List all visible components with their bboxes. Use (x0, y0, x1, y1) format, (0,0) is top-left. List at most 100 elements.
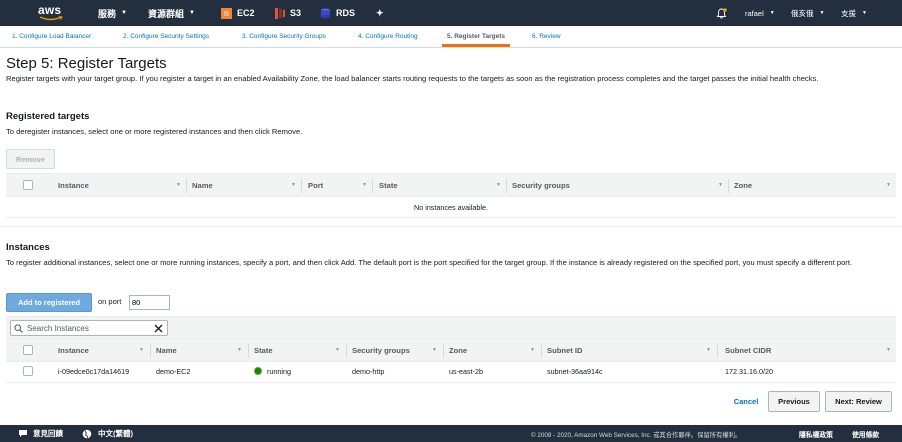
chevron-down-icon: ▼ (121, 10, 127, 16)
port-input[interactable] (129, 295, 170, 310)
column-name[interactable]: Name (192, 181, 213, 190)
language-label: 中文(繁體) (98, 429, 133, 438)
tab-review[interactable]: 6. Review (532, 33, 561, 40)
page-intro: Register targets with your target group.… (6, 74, 819, 83)
copyright-text: © 2008 - 2020, Amazon Web Services, Inc.… (531, 432, 742, 439)
shortcut-rds[interactable]: RDS (320, 0, 355, 26)
instance-security-groups: demo-http (352, 367, 385, 376)
tab-configure-routing[interactable]: 4. Configure Routing (358, 33, 418, 40)
column-state[interactable]: State (254, 346, 273, 355)
instance-id: i-09edce0c17da14619 (58, 367, 130, 376)
instances-description: To register additional instances, select… (6, 258, 853, 267)
sort-caret-icon[interactable]: ▼ (718, 182, 723, 188)
column-subnet-id[interactable]: Subnet ID (547, 346, 582, 355)
registered-targets-heading: Registered targets (6, 111, 90, 122)
instances-table: Instance ▼ Name ▼ State ▼ Security group… (6, 338, 896, 386)
resource-groups-menu[interactable]: 資源群組 ▼ (148, 0, 195, 26)
tab-configure-security-settings[interactable]: 2. Configure Security Settings (123, 33, 209, 40)
tab-register-targets[interactable]: 5. Register Targets (441, 33, 511, 47)
top-navigation-bar: aws 服務 ▼ 資源群組 ▼ EC2 S3 RDS ✦ rafael ▼ 俄亥… (0, 0, 902, 26)
speech-bubble-icon (19, 430, 27, 437)
registered-table-header: Instance ▼ Name ▼ Port ▼ State ▼ Securit… (6, 173, 896, 197)
row-checkbox[interactable] (23, 366, 33, 376)
cancel-button[interactable]: Cancel (728, 392, 764, 411)
resource-groups-label: 資源群組 (148, 8, 185, 19)
column-security-groups[interactable]: Security groups (352, 346, 410, 355)
column-port[interactable]: Port (308, 181, 323, 190)
sort-caret-icon[interactable]: ▼ (335, 347, 340, 353)
column-name[interactable]: Name (156, 346, 177, 355)
column-instance[interactable]: Instance (58, 181, 89, 190)
column-subnet-cidr[interactable]: Subnet CIDR (725, 346, 771, 355)
column-zone[interactable]: Zone (449, 346, 467, 355)
notifications[interactable] (716, 0, 727, 26)
language-selector[interactable]: 中文(繁體) (82, 428, 133, 439)
chevron-down-icon: ▼ (819, 10, 825, 16)
column-instance[interactable]: Instance (58, 346, 89, 355)
instance-state-label: running (267, 367, 291, 376)
empty-table-message: No instances available. (414, 203, 488, 212)
shortcut-ec2[interactable]: EC2 (221, 0, 255, 26)
shortcut-rds-label: RDS (336, 8, 356, 18)
sort-caret-icon[interactable]: ▼ (237, 347, 242, 353)
aws-logo[interactable]: aws (38, 3, 64, 23)
shortcut-s3[interactable]: S3 (274, 0, 301, 26)
chevron-down-icon: ▼ (769, 10, 775, 16)
aws-smile-icon (39, 16, 63, 21)
instances-heading: Instances (6, 242, 50, 253)
next-review-button[interactable]: Next: Review (825, 391, 892, 412)
privacy-policy-link[interactable]: 隱私權政策 (799, 429, 833, 439)
support-menu[interactable]: 支援 ▼ (841, 0, 867, 26)
search-box[interactable] (10, 320, 168, 336)
sort-caret-icon[interactable]: ▼ (706, 347, 711, 353)
sort-caret-icon[interactable]: ▼ (530, 347, 535, 353)
tab-configure-security-groups[interactable]: 3. Configure Security Groups (242, 33, 326, 40)
search-icon (14, 324, 23, 333)
sort-caret-icon[interactable]: ▼ (362, 182, 367, 188)
registered-targets-description: To deregister instances, select one or m… (6, 127, 303, 136)
region-menu[interactable]: 俄亥俄 ▼ (791, 0, 824, 26)
globe-icon (82, 429, 92, 438)
bell-icon (716, 7, 727, 18)
select-all-checkbox[interactable] (23, 345, 33, 355)
column-state[interactable]: State (379, 181, 398, 190)
feedback-label: 意見回饋 (33, 429, 63, 438)
services-menu[interactable]: 服務 ▼ (98, 0, 127, 26)
column-zone[interactable]: Zone (734, 181, 752, 190)
sort-caret-icon[interactable]: ▼ (886, 347, 891, 353)
shortcut-ec2-label: EC2 (237, 8, 255, 18)
pin-shortcut[interactable]: ✦ (376, 0, 384, 26)
aws-logo-text: aws (38, 3, 62, 17)
select-all-checkbox[interactable] (23, 180, 33, 190)
remove-button[interactable]: Remove (6, 149, 55, 169)
page-title: Step 5: Register Targets (6, 55, 167, 72)
port-label: on port (98, 297, 122, 306)
footer: 意見回饋 中文(繁體) © 2008 - 2020, Amazon Web Se… (0, 425, 902, 442)
search-input[interactable] (27, 322, 147, 334)
instance-name: demo-EC2 (156, 367, 191, 376)
sort-caret-icon[interactable]: ▼ (291, 182, 296, 188)
rds-icon (320, 7, 331, 19)
sort-caret-icon[interactable]: ▼ (139, 347, 144, 353)
feedback-link[interactable]: 意見回饋 (18, 428, 63, 439)
shortcut-s3-label: S3 (290, 8, 302, 18)
instance-subnet-cidr: 172.31.16.0/20 (725, 367, 773, 376)
instances-search-bar (6, 316, 896, 340)
sort-caret-icon[interactable]: ▼ (176, 182, 181, 188)
user-menu[interactable]: rafael ▼ (745, 0, 775, 26)
column-security-groups[interactable]: Security groups (512, 181, 570, 190)
previous-button[interactable]: Previous (768, 391, 820, 412)
s3-icon (275, 7, 285, 19)
ec2-icon (221, 7, 232, 19)
clear-search-icon[interactable] (154, 324, 163, 333)
instance-state: running (254, 367, 291, 376)
add-to-registered-button[interactable]: Add to registered (6, 293, 92, 312)
chevron-down-icon: ▼ (189, 10, 195, 16)
sort-caret-icon[interactable]: ▼ (496, 182, 501, 188)
running-status-icon (254, 367, 262, 375)
tab-configure-load-balancer[interactable]: 1. Configure Load Balancer (12, 33, 91, 40)
wizard-steps: 1. Configure Load Balancer 2. Configure … (0, 26, 902, 48)
sort-caret-icon[interactable]: ▼ (886, 182, 891, 188)
sort-caret-icon[interactable]: ▼ (432, 347, 437, 353)
terms-of-use-link[interactable]: 使用條款 (852, 429, 879, 439)
